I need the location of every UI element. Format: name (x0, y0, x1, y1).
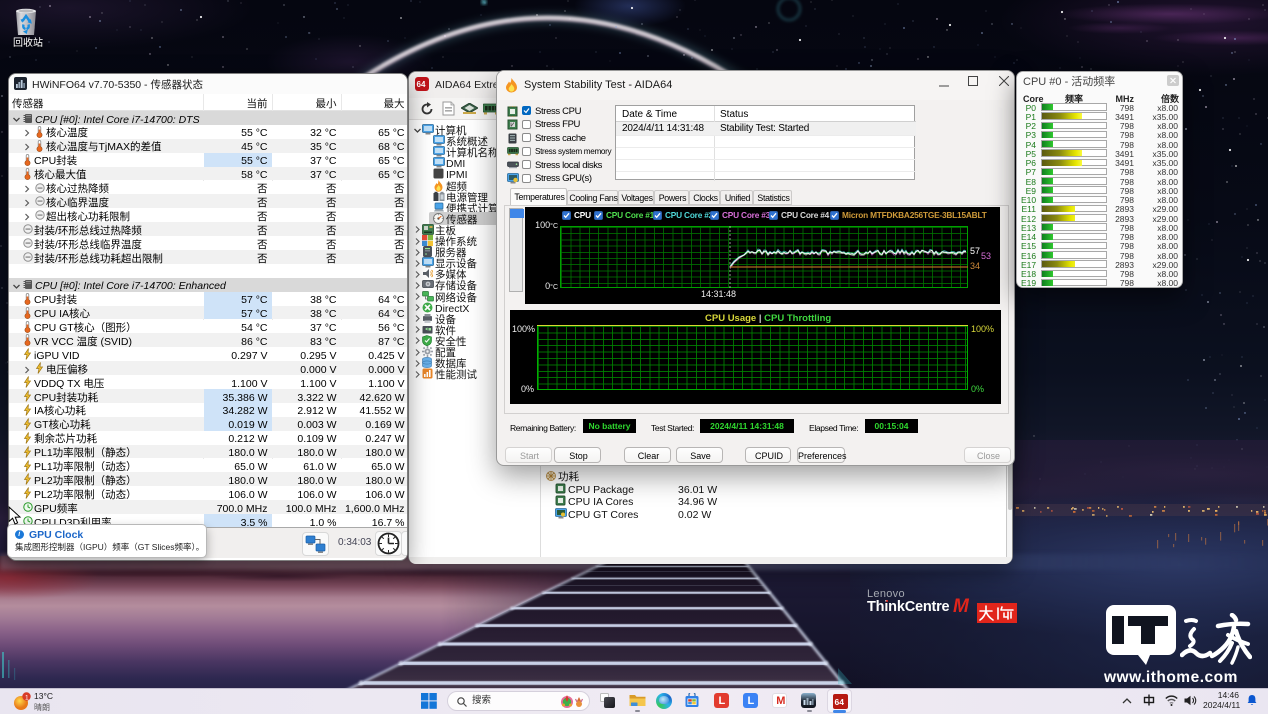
svg-text:1: 1 (25, 695, 29, 702)
